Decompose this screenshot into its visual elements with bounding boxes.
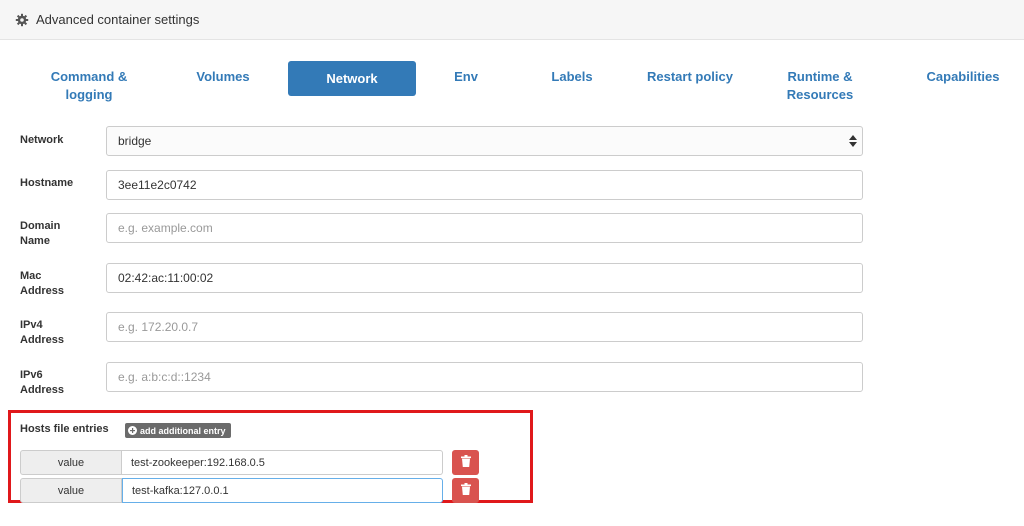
tab-env[interactable]: Env <box>436 61 496 96</box>
entry-addon: value <box>20 478 122 503</box>
tab-network[interactable]: Network <box>288 61 416 96</box>
domain-name-input[interactable] <box>106 213 863 243</box>
plus-circle-icon <box>128 426 137 435</box>
host-entry-input[interactable] <box>122 478 443 503</box>
trash-icon <box>460 482 471 500</box>
settings-tabs: Command & logging Volumes Network Env La… <box>0 61 1024 102</box>
network-label: Network <box>20 134 64 146</box>
entry-addon: value <box>20 450 122 475</box>
gear-icon <box>15 13 29 27</box>
ipv6-input[interactable] <box>106 362 863 392</box>
ipv4-label: IPv4 Address <box>20 319 65 346</box>
tab-command-logging[interactable]: Command & logging <box>40 61 138 102</box>
mac-address-input[interactable] <box>106 263 863 293</box>
ipv6-label: IPv6 Address <box>20 369 65 396</box>
host-entry-input[interactable] <box>122 450 443 475</box>
ipv4-input[interactable] <box>106 312 863 342</box>
hosts-file-entries-label: Hosts file entries <box>20 423 109 435</box>
tab-runtime-resources[interactable]: Runtime & Resources <box>770 61 870 102</box>
delete-entry-button[interactable] <box>452 478 479 503</box>
add-entry-label: add additional entry <box>140 425 226 436</box>
delete-entry-button[interactable] <box>452 450 479 475</box>
add-entry-button[interactable]: add additional entry <box>125 423 231 438</box>
trash-icon <box>460 454 471 472</box>
panel-title: Advanced container settings <box>36 12 200 27</box>
tab-restart-policy[interactable]: Restart policy <box>640 61 740 96</box>
network-select[interactable]: bridge <box>106 126 863 156</box>
hostname-input[interactable] <box>106 170 863 200</box>
select-arrows-icon <box>849 135 857 147</box>
tab-volumes[interactable]: Volumes <box>178 61 268 96</box>
tab-capabilities[interactable]: Capabilities <box>918 61 1008 96</box>
network-select-value: bridge <box>118 134 152 148</box>
mac-address-label: Mac Address <box>20 270 65 297</box>
tab-labels[interactable]: Labels <box>537 61 607 96</box>
panel-header: Advanced container settings <box>0 0 1024 40</box>
domain-name-label: Domain Name <box>20 220 61 247</box>
hostname-label: Hostname <box>20 177 74 189</box>
